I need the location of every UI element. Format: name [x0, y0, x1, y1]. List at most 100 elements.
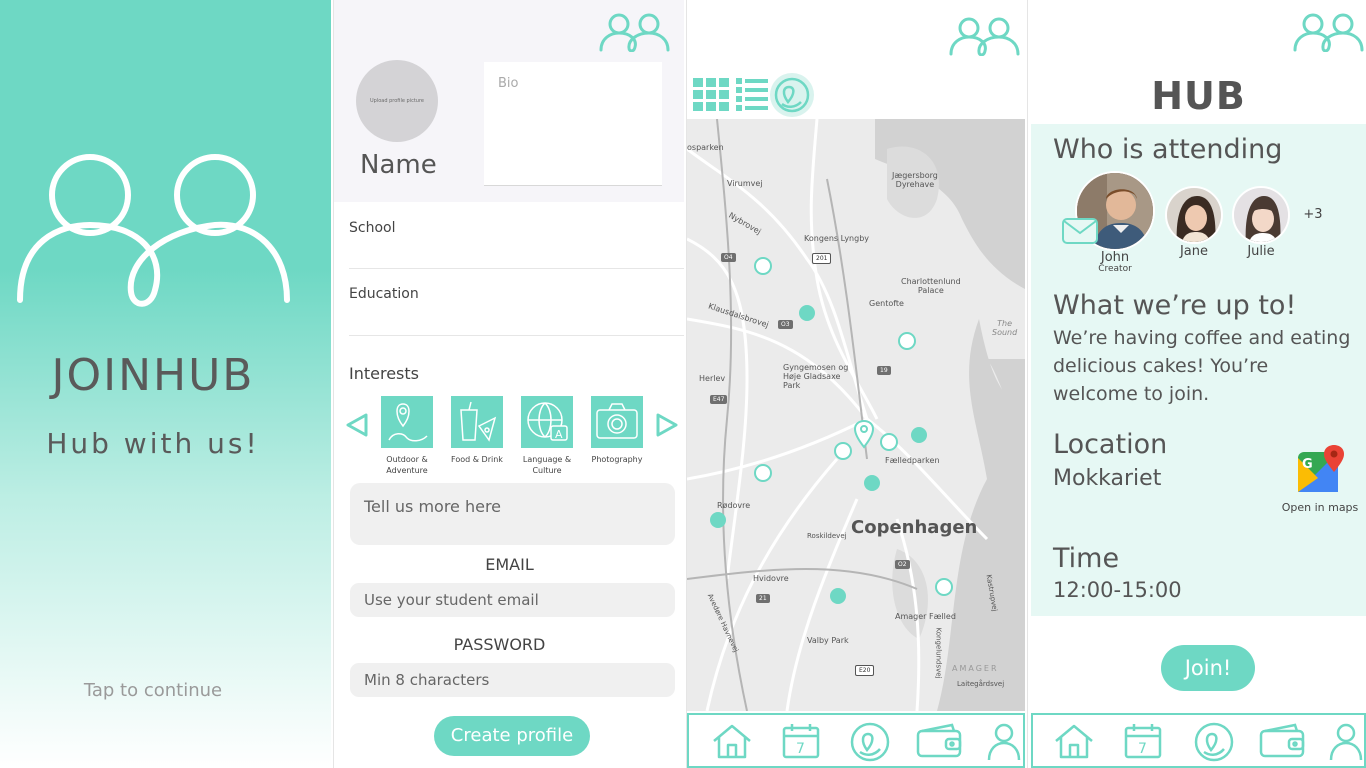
divider [349, 335, 684, 336]
interest-language[interactable]: A [521, 396, 573, 448]
home-icon[interactable] [711, 723, 753, 759]
attendee-name: John [1100, 250, 1130, 265]
svg-text:G: G [1302, 457, 1313, 472]
interests-label: Interests [349, 364, 419, 383]
calendar-icon[interactable]: 7 [1123, 723, 1163, 759]
two-people-icon [1293, 13, 1364, 52]
avatar-jane[interactable] [1165, 186, 1223, 244]
app-name: JOINHUB [51, 350, 255, 401]
map-pin-icon[interactable] [1193, 721, 1235, 763]
location-value: Mokkariet [1053, 466, 1162, 491]
interest-label: Outdoor & Adventure [386, 455, 428, 475]
attendee-name: Jane [1179, 244, 1209, 259]
google-maps-icon[interactable]: G [1296, 444, 1346, 496]
avatar-julie[interactable] [1232, 186, 1290, 244]
education-field[interactable]: Education [349, 286, 419, 302]
two-people-icon [949, 17, 1020, 56]
hub-pin[interactable] [935, 578, 953, 596]
page-title: HUB [1151, 74, 1246, 118]
hub-pin[interactable] [799, 305, 815, 321]
food-drink-icon [460, 401, 497, 442]
interest-photography[interactable] [591, 396, 643, 448]
calendar-icon[interactable]: 7 [781, 723, 821, 759]
svg-text:7: 7 [1138, 741, 1147, 757]
map-label: Gentofte [869, 299, 904, 308]
attending-heading: Who is attending [1053, 134, 1283, 165]
road-badge: 201 [812, 253, 832, 264]
map-label: Kongens Lyngby [804, 234, 870, 243]
hub-detail-screen: HUB Who is attending John Creator Jane J… [1031, 0, 1366, 768]
more-attendees-count[interactable]: +3 [1302, 207, 1324, 222]
map-label: Jægersborg Dyrehave [892, 171, 938, 189]
location-pin-icon[interactable] [853, 419, 875, 449]
interest-label: Food & Drink [451, 455, 503, 464]
divider [349, 268, 684, 269]
camera-icon [596, 403, 638, 439]
map-view[interactable]: osparken Virumvej Nybrovej Jægersborg Dy… [687, 119, 1025, 711]
school-field[interactable]: School [349, 220, 395, 236]
hub-pin[interactable] [864, 475, 880, 491]
name-field[interactable]: Name [360, 150, 437, 180]
road-badge: E20 [855, 665, 875, 676]
map-background [687, 119, 1025, 711]
message-icon[interactable] [1062, 218, 1098, 244]
hub-pin[interactable] [898, 332, 916, 350]
road-badge: O4 [721, 253, 736, 262]
hub-pin[interactable] [710, 512, 726, 528]
map-label: Roskildevej [807, 532, 847, 540]
map-label: AMAGER [952, 664, 999, 673]
person-icon[interactable] [987, 723, 1021, 761]
map-pin-icon[interactable] [849, 721, 891, 763]
splash-screen[interactable]: JOINHUB Hub with us! Tap to continue [0, 0, 331, 768]
arrow-left-icon[interactable] [344, 412, 370, 438]
wallet-icon[interactable] [916, 723, 962, 759]
open-in-maps-link[interactable]: Open in maps [1277, 501, 1363, 514]
map-label: Virumvej [727, 179, 763, 188]
arrow-right-icon[interactable] [654, 412, 680, 438]
svg-text:7: 7 [796, 741, 805, 757]
tab-bar: 7 [687, 713, 1025, 768]
grid-view-icon[interactable] [693, 78, 729, 112]
wallet-icon[interactable] [1259, 723, 1305, 759]
hub-pin[interactable] [834, 442, 852, 460]
up-to-heading: What we’re up to! [1053, 290, 1297, 321]
tab-bar: 7 [1031, 713, 1366, 768]
map-label: Gyngemosen og Høje Gladsaxe Park [783, 363, 849, 390]
map-view-icon[interactable] [769, 72, 815, 118]
map-label: Valby Park [807, 636, 849, 645]
time-heading: Time [1053, 543, 1120, 574]
interest-outdoor[interactable] [381, 396, 433, 448]
map-label: Fælledparken [885, 456, 940, 465]
road-badge: 21 [756, 594, 770, 603]
password-label: PASSWORD [453, 635, 546, 654]
hub-pin[interactable] [880, 433, 898, 451]
home-icon[interactable] [1053, 723, 1095, 759]
two-people-icon [599, 13, 670, 52]
hub-pin[interactable] [911, 427, 927, 443]
hub-pin[interactable] [830, 588, 846, 604]
map-label: Hvidovre [753, 574, 789, 583]
interest-food[interactable] [451, 396, 503, 448]
hub-pin[interactable] [754, 257, 772, 275]
hub-pin[interactable] [754, 464, 772, 482]
language-icon: A [527, 402, 568, 441]
road-badge: O3 [778, 320, 793, 329]
person-icon[interactable] [1329, 723, 1363, 761]
map-label: Charlottenlund Palace [901, 277, 961, 295]
two-people-icon [17, 154, 290, 307]
create-profile-button[interactable]: Create profile [434, 716, 590, 756]
hub-description: We’re having coffee and eating delicious… [1053, 327, 1351, 405]
tap-to-continue[interactable]: Tap to continue [0, 680, 306, 701]
interest-label: Photography [591, 455, 643, 464]
password-input[interactable]: Min 8 characters [350, 663, 675, 697]
attendee-name: Julie [1247, 244, 1275, 259]
bio-field[interactable]: Bio [484, 62, 662, 186]
more-about-you-input[interactable]: Tell us more here [350, 483, 675, 545]
upload-avatar-button[interactable]: Upload profile picture [356, 60, 438, 142]
list-view-icon[interactable] [736, 78, 768, 112]
outdoor-icon [388, 403, 428, 442]
join-button[interactable]: Join! [1161, 645, 1255, 691]
email-input[interactable]: Use your student email [350, 583, 675, 617]
map-label: Laitegårdsvej [957, 680, 1005, 688]
map-screen: osparken Virumvej Nybrovej Jægersborg Dy… [686, 0, 1028, 768]
